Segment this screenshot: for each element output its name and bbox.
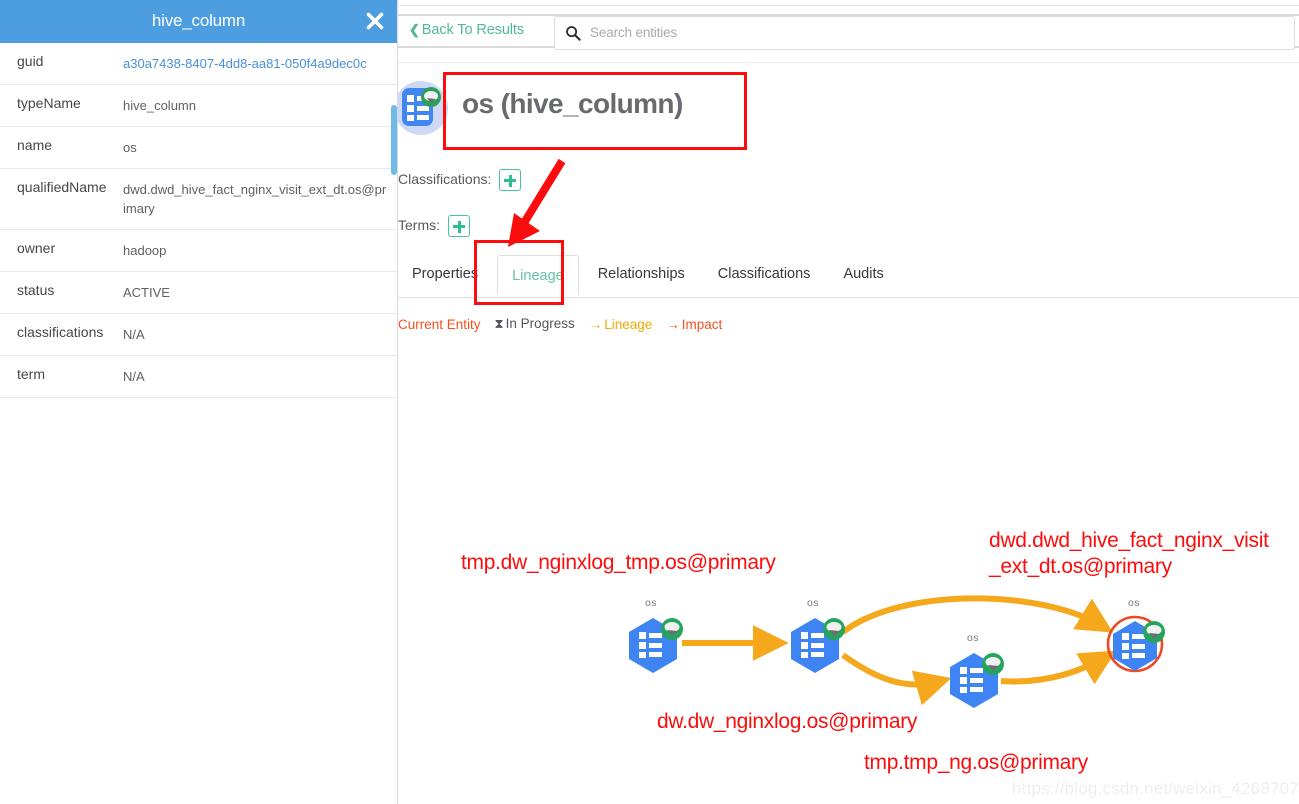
property-value: os bbox=[123, 140, 137, 155]
arrow-right-icon: → bbox=[666, 316, 680, 332]
legend-impact: → Impact bbox=[666, 317, 722, 332]
back-to-results-label: Back To Results bbox=[421, 22, 524, 38]
table-row: typeName hive_column bbox=[0, 85, 397, 127]
hourglass-icon: ⧗ bbox=[494, 316, 504, 332]
panel-title: hive_column bbox=[151, 11, 246, 30]
annotation-text: tmp.tmp_ng.os@primary bbox=[864, 751, 1088, 774]
search-icon bbox=[565, 25, 581, 41]
close-icon[interactable] bbox=[365, 11, 385, 31]
tab-audits[interactable]: Audits bbox=[829, 254, 897, 292]
tab-label: Relationships bbox=[597, 266, 685, 282]
arrow-right-icon: → bbox=[588, 316, 603, 332]
property-value: dwd.dwd_hive_fact_nginx_visit_ext_dt.os@… bbox=[123, 182, 387, 216]
entity-details-panel: hive_column guid a30a7438-8407-4dd8-aa81-… bbox=[0, 0, 398, 804]
topbar-divider-4 bbox=[398, 62, 1299, 63]
tab-label: Properties bbox=[412, 266, 479, 282]
tab-label: Classifications bbox=[717, 266, 811, 282]
watermark: https://blog.csdn.net/weixin_42687074 bbox=[1012, 779, 1299, 798]
lineage-legend: Current Entity ⧗ In Progress → Lineage → Impac… bbox=[398, 316, 736, 336]
chevron-left-icon: ❮ bbox=[409, 22, 420, 37]
annotation-text: dwd.dwd_hive_fact_nginx_visit _ext_dt.os… bbox=[989, 529, 1269, 578]
property-key: term bbox=[17, 366, 45, 382]
annotation-text: tmp.dw_nginxlog_tmp.os@primary bbox=[461, 551, 776, 574]
property-value: hive_column bbox=[123, 98, 196, 113]
lineage-node-label: os bbox=[967, 632, 979, 644]
lineage-node-current bbox=[1106, 615, 1165, 673]
annotation-box-lineage-tab bbox=[474, 240, 564, 305]
topbar-divider-1 bbox=[398, 5, 1299, 6]
property-key: status bbox=[17, 282, 55, 298]
classifications-label: Classifications: bbox=[398, 170, 492, 187]
annotation-text: dw.dw_nginxlog.os@primary bbox=[657, 710, 918, 733]
tab-relationships[interactable]: Relationships bbox=[584, 254, 699, 292]
legend-lineage-label: Lineage bbox=[604, 316, 653, 332]
table-row: owner hadoop bbox=[0, 230, 397, 272]
panel-header: hive_column bbox=[0, 0, 397, 43]
property-value: N/A bbox=[123, 369, 145, 384]
legend-in-progress: ⧗ In Progress bbox=[495, 316, 575, 332]
lineage-node-label: os bbox=[1128, 597, 1140, 609]
panel-scrollbar[interactable] bbox=[391, 105, 397, 175]
table-row: status ACTIVE bbox=[0, 272, 397, 314]
lineage-node bbox=[950, 653, 1004, 708]
property-value: N/A bbox=[123, 327, 145, 342]
table-row: qualifiedName dwd.dwd_hive_fact_nginx_vis… bbox=[0, 169, 397, 230]
back-to-results-link[interactable]: ❮ Back To Results bbox=[409, 22, 524, 38]
lineage-node-label: os bbox=[645, 597, 657, 609]
lineage-node bbox=[791, 618, 845, 673]
property-key: classifications bbox=[17, 324, 104, 340]
property-key: owner bbox=[17, 240, 56, 256]
table-row: guid a30a7438-8407-4dd8-aa81-050f4a9dec0c bbox=[0, 43, 397, 85]
lineage-node bbox=[629, 618, 683, 673]
property-key: typeName bbox=[17, 95, 81, 111]
legend-in-progress-label: In Progress bbox=[505, 316, 575, 332]
lineage-node-label: os bbox=[807, 597, 819, 609]
property-value[interactable]: a30a7438-8407-4dd8-aa81-050f4a9dec0c bbox=[123, 43, 397, 84]
property-value: ACTIVE bbox=[123, 285, 170, 300]
property-key: name bbox=[17, 137, 53, 153]
table-row: classifications N/A bbox=[0, 314, 397, 356]
table-row: term N/A bbox=[0, 356, 397, 398]
property-value: hadoop bbox=[123, 243, 167, 258]
legend-current-entity-label: Current Entity bbox=[398, 316, 481, 332]
annotation-box-title bbox=[443, 72, 747, 150]
terms-label: Terms: bbox=[398, 216, 440, 233]
property-key: qualifiedName bbox=[17, 179, 107, 195]
terms-row: Terms: bbox=[398, 215, 470, 237]
search-entities-box[interactable]: Search entities bbox=[554, 16, 1295, 50]
legend-current-entity: Current Entity bbox=[398, 317, 481, 332]
entity-type-icon bbox=[394, 81, 448, 135]
property-key: guid bbox=[17, 53, 44, 69]
tab-label: Audits bbox=[843, 266, 884, 282]
tab-classifications[interactable]: Classifications bbox=[704, 254, 825, 292]
search-input-placeholder: Search entities bbox=[590, 25, 678, 40]
legend-lineage: → Lineage bbox=[589, 317, 653, 332]
entity-properties-table: guid a30a7438-8407-4dd8-aa81-050f4a9dec0c… bbox=[0, 43, 397, 398]
add-term-button[interactable] bbox=[448, 215, 470, 237]
legend-impact-label: Impact bbox=[681, 316, 723, 332]
table-row: name os bbox=[0, 127, 397, 169]
